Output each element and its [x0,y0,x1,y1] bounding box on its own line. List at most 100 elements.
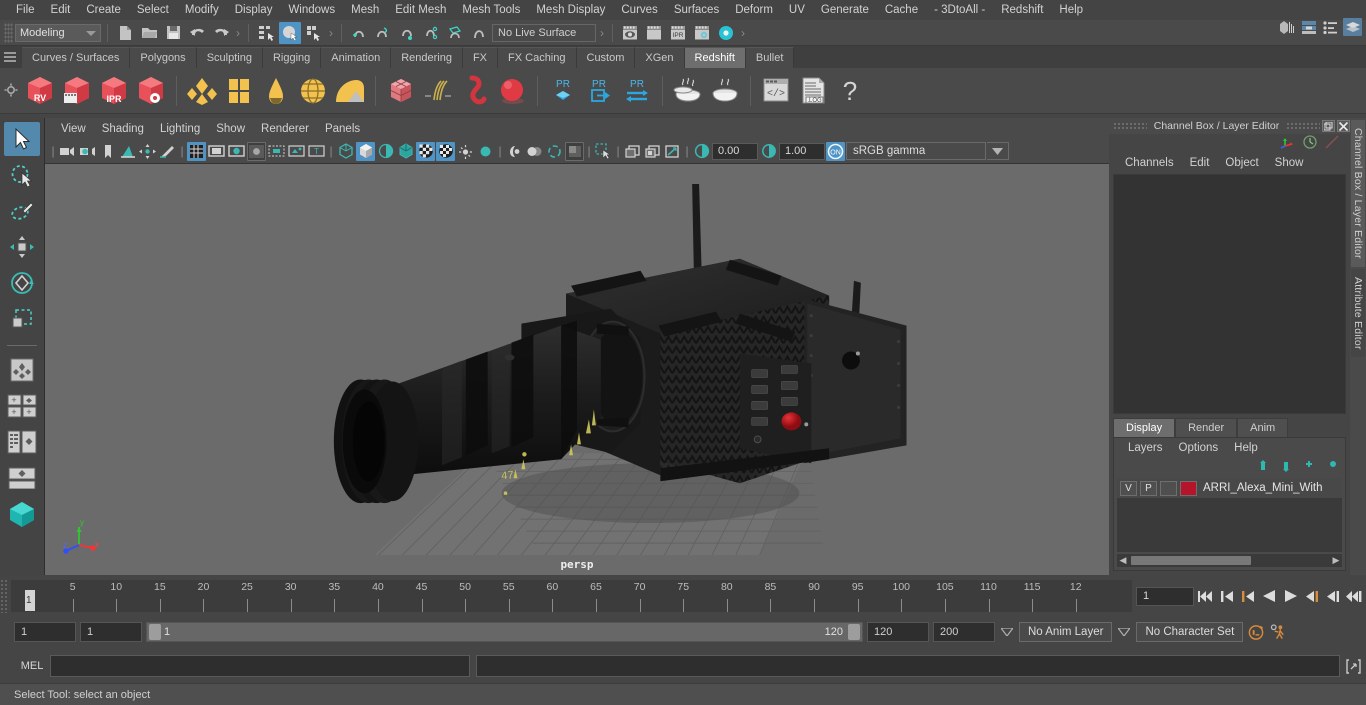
layer-menu-help[interactable]: Help [1226,441,1266,455]
current-frame-field[interactable]: 1 [1136,586,1194,606]
menu-deform[interactable]: Deform [727,2,781,18]
attribute-editor-icon[interactable] [1299,18,1318,36]
undo-icon[interactable] [186,22,208,44]
gamma-icon[interactable] [759,142,778,161]
layer-name[interactable]: ARRI_Alexa_Mini_With [1203,482,1323,494]
redshift-proxy-icon[interactable] [383,71,419,111]
menu-redshift[interactable]: Redshift [993,2,1051,18]
step-forward-frame-icon[interactable] [1302,586,1320,606]
redo-icon[interactable] [210,22,232,44]
last-tool-used-button[interactable] [4,353,40,387]
restore-icon[interactable] [1322,120,1335,132]
rotate-tool-button[interactable] [4,266,40,300]
channel-box-content[interactable] [1113,174,1346,414]
new-layer-from-selected-icon[interactable] [1322,460,1337,475]
redshift-render-view-icon[interactable]: RV [22,71,58,111]
menu-create[interactable]: Create [78,2,129,18]
image-plane-icon[interactable] [118,142,137,161]
select-by-component-type-icon[interactable] [303,22,325,44]
two-d-pan-zoom-icon[interactable] [138,142,157,161]
toolbar-collapse-handle[interactable]: › [327,24,335,42]
menu-file[interactable]: File [8,2,43,18]
vtab-attribute-editor[interactable]: Attribute Editor [1351,268,1365,358]
menu-select[interactable]: Select [129,2,177,18]
channel-box-axis-icon[interactable] [1280,135,1296,152]
scroll-left-arrow-icon[interactable]: ◀ [1117,555,1129,566]
channel-menu-object[interactable]: Object [1217,155,1266,171]
go-to-start-icon[interactable] [1197,586,1215,606]
exposure-field[interactable]: 0.00 [712,142,758,160]
menu-mesh-tools[interactable]: Mesh Tools [454,2,528,18]
channel-menu-show[interactable]: Show [1267,155,1312,171]
color-management-toggle-icon[interactable]: ON [826,141,845,161]
snap-to-point-icon[interactable] [396,22,418,44]
field-chart-icon[interactable] [267,142,286,161]
shelf-menu-icon[interactable] [4,50,18,64]
menu-modify[interactable]: Modify [177,2,227,18]
quad-view-layout-button[interactable]: + + + [4,389,40,423]
menu-mesh-display[interactable]: Mesh Display [528,2,613,18]
redshift-proxy-convert-icon[interactable]: PR [619,71,655,111]
command-input[interactable] [50,655,470,677]
toolbar-collapse-handle[interactable]: › [739,24,747,42]
wireframe-icon[interactable] [336,142,355,161]
animation-end-time-field[interactable]: 200 [933,622,995,642]
select-tool-button[interactable] [4,122,40,156]
resolution-gate-icon[interactable] [227,142,246,161]
persp-graph-layout-button[interactable] [4,461,40,495]
range-start-handle[interactable] [149,624,161,640]
shelf-tab-polygons[interactable]: Polygons [130,47,197,68]
shadows-icon[interactable] [476,142,495,161]
move-layer-down-icon[interactable] [1276,460,1291,475]
color-management-dropdown-icon[interactable] [987,142,1009,160]
grid-toggle-icon[interactable] [187,141,206,161]
shelf-tab-rigging[interactable]: Rigging [262,47,322,68]
shelf-tab-fx-caching[interactable]: FX Caching [498,47,577,68]
layer-color-swatch[interactable] [1180,480,1197,496]
playback-end-time-field[interactable]: 120 [867,622,929,642]
redshift-proxy-export-icon[interactable]: PR [582,71,618,111]
modeling-toolkit-icon[interactable] [1277,18,1296,36]
menu-edit-mesh[interactable]: Edit Mesh [387,2,454,18]
save-scene-icon[interactable] [162,22,184,44]
layer-playback-toggle[interactable]: P [1140,480,1157,496]
perspective-viewport[interactable]: 47 persp y x z [45,164,1109,575]
range-slider-bar[interactable]: 1 120 [146,622,863,642]
hypershade-icon[interactable] [715,22,737,44]
menu-uv[interactable]: UV [781,2,813,18]
auto-key-icon[interactable] [1247,622,1265,642]
panel-grip[interactable] [1113,122,1147,130]
toolbar-collapse-handle[interactable]: › [598,24,606,42]
layer-visibility-toggle[interactable]: V [1120,480,1137,496]
redshift-environment-icon[interactable] [332,71,368,111]
current-time-indicator[interactable]: 1 [25,590,35,611]
screenspace-ao-icon[interactable] [505,142,524,161]
move-tool-button[interactable] [4,230,40,264]
camera-attributes-icon[interactable] [78,142,97,161]
redshift-log-icon[interactable]: .LOG [795,71,831,111]
bookmarks-icon[interactable] [98,142,117,161]
redshift-material-blender-icon[interactable] [221,71,257,111]
redshift-material-icon[interactable] [184,71,220,111]
xray-active-components-icon[interactable] [663,142,682,161]
redshift-ipr-icon[interactable]: IPR [96,71,132,111]
character-set-field[interactable]: No Character Set [1136,622,1244,642]
film-gate-icon[interactable] [207,142,226,161]
isolate-select-icon[interactable] [594,142,613,161]
viewport-menu-shading[interactable]: Shading [94,121,152,137]
render-current-frame-icon[interactable] [619,22,641,44]
layer-menu-layers[interactable]: Layers [1120,441,1171,455]
tab-display[interactable]: Display [1113,418,1176,437]
menu-set-selector[interactable]: Modeling [15,23,101,42]
time-slider-grip[interactable] [0,579,9,613]
layer-type-toggle[interactable] [1160,480,1177,496]
exposure-icon[interactable] [692,142,711,161]
ipr-render-icon[interactable]: IPR [667,22,689,44]
render-settings-icon[interactable] [691,22,713,44]
live-surface-field[interactable]: No Live Surface [492,23,596,42]
channel-box-icon[interactable] [1343,18,1362,36]
lights-toggle-icon[interactable] [456,142,475,161]
menu-edit[interactable]: Edit [43,2,79,18]
viewport-menu-panels[interactable]: Panels [317,121,368,137]
go-to-end-icon[interactable] [1344,586,1362,606]
